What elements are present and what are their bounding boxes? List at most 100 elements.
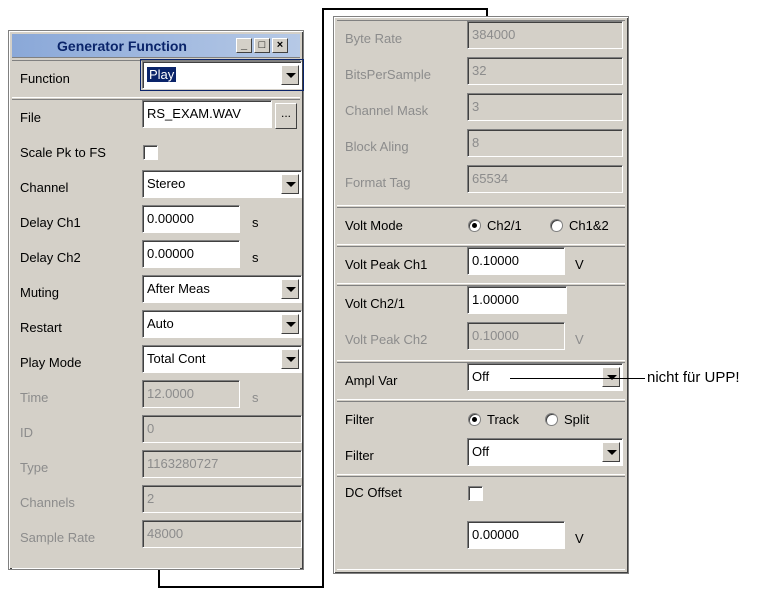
- volt-mode-ch2-1-label[interactable]: Ch2/1: [487, 218, 522, 233]
- bits-per-sample-label: BitsPerSample: [345, 67, 431, 82]
- file-label: File: [20, 110, 41, 125]
- annotation-note: nicht für UPP!: [647, 369, 740, 386]
- restart-select[interactable]: Auto: [142, 310, 302, 338]
- delay-ch1-input[interactable]: 0.00000: [142, 205, 240, 233]
- time-label: Time: [20, 390, 49, 405]
- ampl-var-group: Ampl Var Off: [337, 362, 625, 400]
- chevron-down-icon[interactable]: [602, 442, 620, 462]
- id-value: 0: [147, 421, 155, 436]
- channel-mask-display: 3: [467, 93, 623, 121]
- block-aling-label: Block Aling: [345, 139, 409, 154]
- volt-ch2-1-value: 1.00000: [472, 292, 519, 307]
- title-bar: Generator Function _ □ ×: [12, 34, 300, 58]
- muting-select[interactable]: After Meas: [142, 275, 302, 303]
- delay-ch1-value: 0.00000: [147, 211, 194, 226]
- chevron-down-icon[interactable]: [281, 174, 299, 194]
- connector-line-top: [322, 8, 488, 10]
- file-value: RS_EXAM.WAV: [147, 106, 241, 121]
- dc-offset-checkbox[interactable]: [468, 486, 483, 501]
- type-label: Type: [20, 460, 49, 475]
- filter-track-label[interactable]: Track: [487, 412, 519, 427]
- sample-rate-label: Sample Rate: [20, 530, 96, 545]
- chevron-down-icon[interactable]: [281, 314, 299, 334]
- bits-per-sample-value: 32: [472, 63, 487, 78]
- muting-label: Muting: [20, 285, 60, 300]
- restart-value: Auto: [147, 316, 174, 331]
- window-title: Generator Function: [57, 38, 187, 54]
- volt-peak-ch1-value: 0.10000: [472, 253, 519, 268]
- volt-peak-ch1-label: Volt Peak Ch1: [345, 257, 428, 272]
- volt-mode-group: Volt Mode Ch2/1 Ch1&2: [337, 207, 625, 245]
- filter-split-radio[interactable]: [545, 413, 558, 426]
- play-mode-value: Total Cont: [147, 351, 206, 366]
- scale-pk-to-fs-checkbox[interactable]: [143, 145, 158, 160]
- filter-split-label[interactable]: Split: [564, 412, 589, 427]
- delay-ch2-unit: s: [252, 250, 259, 265]
- sample-rate-value: 48000: [147, 526, 184, 541]
- block-aling-display: 8: [467, 129, 623, 157]
- play-mode-label: Play Mode: [20, 355, 82, 370]
- ampl-var-select[interactable]: Off: [467, 363, 623, 391]
- channel-value: Stereo: [147, 176, 186, 191]
- dc-offset-unit: V: [575, 531, 584, 546]
- annotation-pointer-line: [510, 378, 645, 379]
- volt-peak-ch1-unit: V: [575, 257, 584, 272]
- filter-value: Off: [472, 444, 490, 459]
- connector-line-bottom: [158, 586, 324, 588]
- volt-peak-ch2-display: 0.10000: [467, 322, 565, 350]
- dc-offset-input[interactable]: 0.00000: [467, 521, 565, 549]
- delay-ch2-input[interactable]: 0.00000: [142, 240, 240, 268]
- muting-value: After Meas: [147, 281, 210, 296]
- volt-mode-label: Volt Mode: [345, 218, 403, 233]
- volt-mode-ch1-2-label[interactable]: Ch1&2: [569, 218, 609, 233]
- filter-track-radio[interactable]: [468, 413, 481, 426]
- filter-mode-label: Filter: [345, 412, 374, 427]
- volt-peak-ch2-value: 0.10000: [472, 328, 519, 343]
- volt-mode-ch1-2-radio[interactable]: [550, 219, 563, 232]
- delay-ch1-label: Delay Ch1: [20, 215, 81, 230]
- connector-line-bottom-rise: [158, 570, 160, 588]
- id-display: 0: [142, 415, 302, 443]
- volt-ch2-1-label: Volt Ch2/1: [345, 296, 405, 311]
- format-tag-label: Format Tag: [345, 175, 411, 190]
- file-info-group: Byte Rate 384000 BitsPerSample 32 Channe…: [337, 20, 625, 206]
- delay-ch2-value: 0.00000: [147, 246, 194, 261]
- time-unit: s: [252, 390, 259, 405]
- maximize-button[interactable]: □: [254, 38, 270, 53]
- function-select[interactable]: Play: [140, 59, 304, 91]
- file-input[interactable]: RS_EXAM.WAV: [142, 100, 272, 128]
- filter-select[interactable]: Off: [467, 438, 623, 466]
- dc-offset-label: DC Offset: [345, 485, 402, 500]
- bits-per-sample-display: 32: [467, 57, 623, 85]
- volt-mode-ch2-1-radio[interactable]: [468, 219, 481, 232]
- sample-rate-display: 48000: [142, 520, 302, 548]
- play-settings-group: File RS_EXAM.WAV ... Scale Pk to FS Chan…: [12, 99, 302, 569]
- minimize-button[interactable]: _: [236, 38, 252, 53]
- channel-select[interactable]: Stereo: [142, 170, 302, 198]
- type-display: 1163280727: [142, 450, 302, 478]
- chevron-down-icon[interactable]: [281, 279, 299, 299]
- format-tag-value: 65534: [472, 171, 509, 186]
- delay-ch1-unit: s: [252, 215, 259, 230]
- chevron-down-icon[interactable]: [602, 367, 620, 387]
- chevron-down-icon[interactable]: [281, 349, 299, 369]
- block-aling-value: 8: [472, 135, 480, 150]
- channels-label: Channels: [20, 495, 75, 510]
- volt-peak-ch1-input[interactable]: 0.10000: [467, 247, 565, 275]
- volt-ch2-1-input[interactable]: 1.00000: [467, 286, 567, 314]
- function-label: Function: [20, 71, 70, 86]
- channel-label: Channel: [20, 180, 69, 195]
- play-mode-select[interactable]: Total Cont: [142, 345, 302, 373]
- browse-button[interactable]: ...: [275, 103, 297, 129]
- close-button[interactable]: ×: [272, 38, 288, 53]
- delay-ch2-label: Delay Ch2: [20, 250, 81, 265]
- format-tag-display: 65534: [467, 165, 623, 193]
- channels-display: 2: [142, 485, 302, 513]
- chevron-down-icon[interactable]: [281, 65, 299, 85]
- byte-rate-label: Byte Rate: [345, 31, 403, 46]
- generator-function-panel: Generator Function _ □ × Function Play F…: [8, 30, 304, 570]
- byte-rate-value: 384000: [472, 27, 516, 42]
- type-value: 1163280727: [147, 456, 219, 471]
- dc-offset-value: 0.00000: [472, 527, 519, 542]
- volt-peak-ch1-group: Volt Peak Ch1 0.10000 V: [337, 246, 625, 284]
